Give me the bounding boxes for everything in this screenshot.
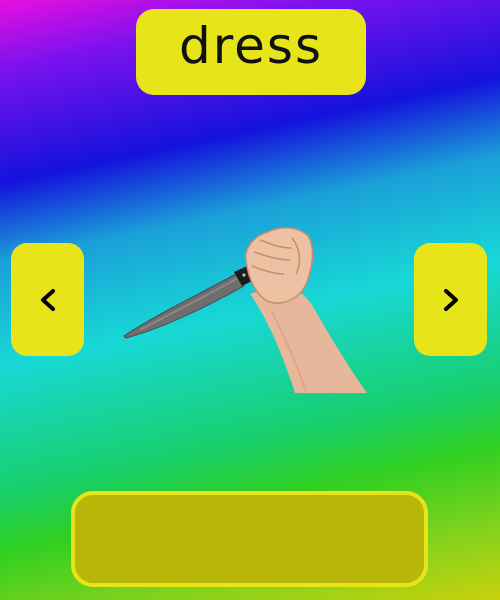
chevron-right-icon: [443, 288, 458, 311]
word-card: dress: [136, 9, 366, 95]
fist: [245, 227, 314, 304]
word-label: dress: [178, 17, 324, 75]
knife-in-hand-image: [123, 227, 367, 393]
chevron-left-icon: [40, 288, 55, 311]
answer-box[interactable]: [71, 491, 428, 587]
next-button[interactable]: [414, 243, 487, 356]
previous-button[interactable]: [11, 243, 84, 356]
